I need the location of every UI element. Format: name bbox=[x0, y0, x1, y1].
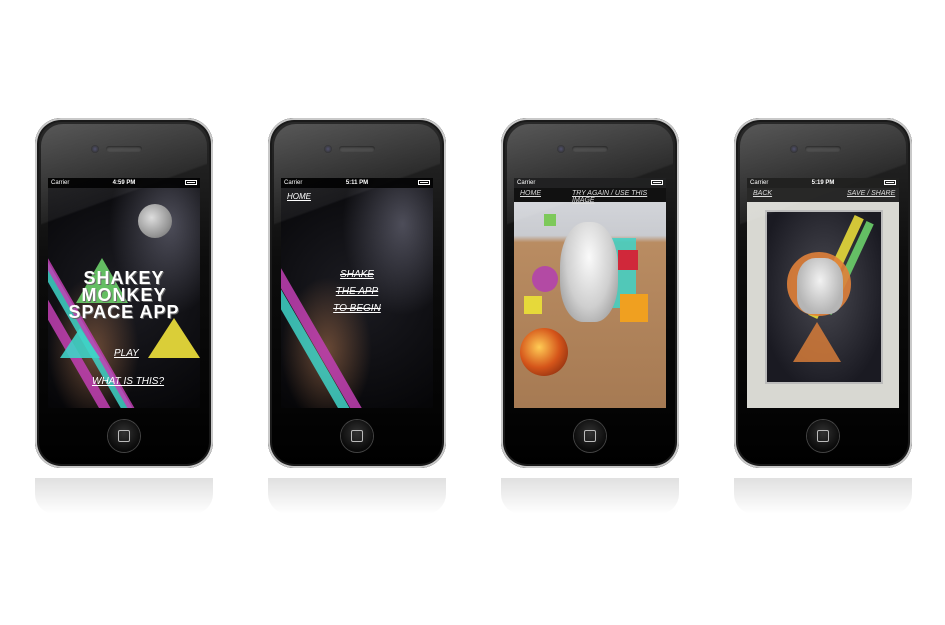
camera-icon bbox=[91, 145, 99, 153]
screen-1: Carrier 4:59 PM SHAKEY MONKEY SPACE APP … bbox=[48, 178, 200, 408]
home-button-icon[interactable] bbox=[574, 420, 606, 452]
screen-3: Carrier HOME TRY AGAIN / USE THIS IMAGE bbox=[514, 178, 666, 408]
speaker-grille bbox=[805, 146, 841, 152]
home-link[interactable]: HOME bbox=[520, 190, 541, 197]
phone-2: Carrier 5:11 PM HOME SHAKE THE APP TO BE… bbox=[268, 118, 446, 468]
app-title: SHAKEY MONKEY SPACE APP bbox=[58, 269, 190, 322]
screen-2: Carrier 5:11 PM HOME SHAKE THE APP TO BE… bbox=[281, 178, 433, 408]
speaker-grille bbox=[572, 146, 608, 152]
triangle-cyan bbox=[60, 328, 100, 358]
poster-frame bbox=[767, 212, 881, 382]
camera-icon bbox=[324, 145, 332, 153]
phone-4: Carrier 5:19 PM BACK SAVE / SHARE bbox=[734, 118, 912, 468]
cube-orange bbox=[620, 294, 648, 322]
owl-image bbox=[560, 222, 618, 322]
speaker-grille bbox=[339, 146, 375, 152]
moon-image bbox=[138, 204, 172, 238]
status-bar: Carrier 5:11 PM bbox=[281, 178, 433, 188]
shake-line-3: TO BEGIN bbox=[333, 303, 381, 314]
nav-bar: HOME TRY AGAIN / USE THIS IMAGE bbox=[514, 188, 666, 204]
battery-icon bbox=[651, 180, 663, 185]
status-bar: Carrier 4:59 PM bbox=[48, 178, 200, 188]
phone-reflection bbox=[501, 478, 679, 514]
skull-image bbox=[797, 258, 843, 314]
phone-1: Carrier 4:59 PM SHAKEY MONKEY SPACE APP … bbox=[35, 118, 213, 468]
battery-icon bbox=[884, 180, 896, 185]
phone-reflection bbox=[734, 478, 912, 514]
clock-label: 5:11 PM bbox=[345, 180, 369, 186]
battery-icon bbox=[418, 180, 430, 185]
carrier-label: Carrier bbox=[517, 180, 536, 186]
shake-line-2: THE APP bbox=[335, 286, 379, 297]
triangle-yellow bbox=[148, 318, 200, 358]
nav-bar: BACK SAVE / SHARE bbox=[747, 188, 899, 202]
phone-reflection bbox=[268, 478, 446, 514]
cube-red bbox=[618, 250, 638, 270]
clock-label: 5:19 PM bbox=[811, 180, 835, 186]
speaker-grille bbox=[106, 146, 142, 152]
cube-yellow bbox=[524, 296, 542, 314]
screen-4: Carrier 5:19 PM BACK SAVE / SHARE bbox=[747, 178, 899, 408]
back-link[interactable]: BACK bbox=[753, 190, 772, 197]
home-link[interactable]: HOME bbox=[287, 192, 311, 201]
what-is-this-link[interactable]: WHAT IS THIS? bbox=[92, 376, 164, 387]
save-share-link[interactable]: SAVE / SHARE bbox=[847, 190, 895, 197]
clock-label: 4:59 PM bbox=[112, 180, 136, 186]
home-button-icon[interactable] bbox=[108, 420, 140, 452]
fire-sphere-image bbox=[520, 328, 568, 376]
shake-instructions: SHAKE THE APP TO BEGIN bbox=[281, 266, 433, 317]
play-link[interactable]: PLAY bbox=[114, 348, 139, 359]
camera-icon bbox=[790, 145, 798, 153]
try-again-use-image-link[interactable]: TRY AGAIN / USE THIS IMAGE bbox=[572, 190, 666, 204]
battery-icon bbox=[185, 180, 197, 185]
cube-green bbox=[544, 214, 556, 226]
status-bar: Carrier bbox=[514, 178, 666, 188]
hexagon-magenta bbox=[532, 266, 558, 292]
phone-reflection bbox=[35, 478, 213, 514]
camera-icon bbox=[557, 145, 565, 153]
triangle-pattern bbox=[793, 322, 841, 362]
phone-3: Carrier HOME TRY AGAIN / USE THIS IMAGE bbox=[501, 118, 679, 468]
shake-line-1: SHAKE bbox=[340, 269, 374, 280]
title-line-3: SPACE APP bbox=[68, 302, 180, 322]
home-button-icon[interactable] bbox=[341, 420, 373, 452]
home-button-icon[interactable] bbox=[807, 420, 839, 452]
status-bar: Carrier 5:19 PM bbox=[747, 178, 899, 188]
